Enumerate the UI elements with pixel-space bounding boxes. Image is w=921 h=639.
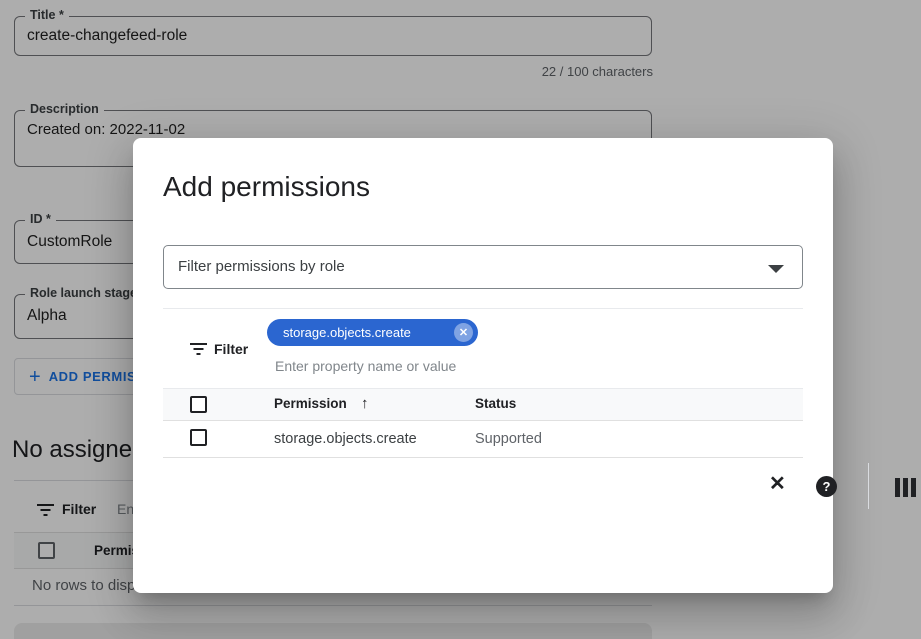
toolbar-vertical-divider (868, 463, 869, 509)
clear-filters-icon[interactable]: ✕ (769, 474, 786, 494)
toolbar-top-divider (163, 308, 803, 309)
help-icon[interactable]: ? (816, 476, 837, 497)
filter-permissions-by-role-select[interactable]: Filter permissions by role (163, 245, 803, 289)
role-select-placeholder: Filter permissions by role (178, 258, 345, 275)
row-permission-cell: storage.objects.create (274, 431, 417, 447)
create-role-page: Title * create-changefeed-role 22 / 100 … (0, 0, 921, 639)
filter-icon (190, 343, 207, 355)
filter-chip-label: storage.objects.create (283, 325, 411, 340)
chip-remove-button[interactable]: ✕ (454, 323, 473, 342)
modal-column-header-permission[interactable]: Permission (274, 396, 347, 411)
filter-chip[interactable]: storage.objects.create ✕ (267, 319, 478, 346)
row-checkbox[interactable] (190, 429, 207, 446)
table-row[interactable]: storage.objects.create Supported (163, 421, 803, 458)
modal-column-header-status[interactable]: Status (475, 396, 516, 411)
column-display-options-icon[interactable] (895, 478, 916, 497)
row-status-cell: Supported (475, 431, 542, 447)
add-permissions-dialog: Add permissions Filter permissions by ro… (133, 138, 833, 593)
sort-ascending-icon[interactable]: ↑ (361, 395, 369, 412)
modal-filter-input[interactable]: Enter property name or value (275, 358, 456, 374)
modal-select-all-checkbox[interactable] (190, 396, 207, 413)
modal-table-header-row: Permission ↑ Status (163, 388, 803, 421)
dialog-title: Add permissions (163, 171, 370, 203)
modal-filter-label: Filter (214, 341, 248, 357)
chevron-down-icon (768, 265, 784, 273)
